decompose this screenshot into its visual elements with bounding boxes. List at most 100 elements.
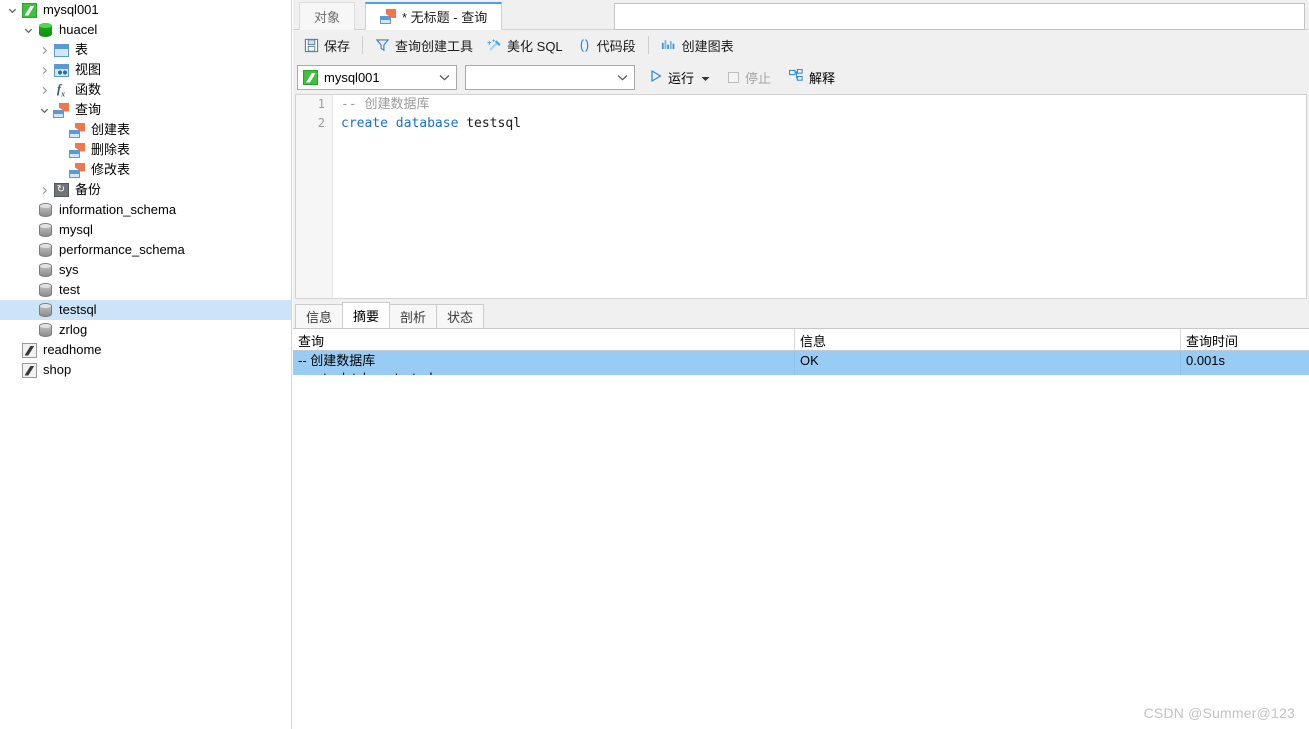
tree-item-sys[interactable]: sys bbox=[0, 260, 291, 280]
tree-item-test[interactable]: test bbox=[0, 280, 291, 300]
tree-item-label: mysql bbox=[59, 222, 93, 237]
tree-item-zrlog[interactable]: zrlog bbox=[0, 320, 291, 340]
cell-query: -- 创建数据库 create database testsql bbox=[293, 351, 795, 375]
watermark: CSDN @Summer@123 bbox=[1143, 705, 1295, 721]
chevron-right-icon[interactable] bbox=[36, 40, 52, 60]
column-header-info[interactable]: 信息 bbox=[795, 329, 1181, 350]
save-button[interactable]: 保存 bbox=[297, 33, 357, 57]
query-toolbar[interactable]: 保存 查询创建工具 美化 SQL 代码段 创建图表 bbox=[293, 30, 1309, 60]
column-header-query[interactable]: 查询 bbox=[293, 329, 795, 350]
chevron-right-icon[interactable] bbox=[36, 60, 52, 80]
run-button[interactable]: 运行 bbox=[643, 65, 716, 89]
tab-objects[interactable]: 对象 bbox=[299, 2, 356, 30]
results-table[interactable]: 查询 信息 查询时间 -- 创建数据库 create database test… bbox=[293, 329, 1309, 729]
results-tab-摘要[interactable]: 摘要 bbox=[342, 302, 391, 328]
tree-item-label: 删除表 bbox=[91, 142, 131, 157]
database-gray-icon bbox=[36, 201, 54, 219]
tree-item-mysql[interactable]: mysql bbox=[0, 220, 291, 240]
chevron-down-icon[interactable] bbox=[4, 0, 20, 20]
tree-item-huacel[interactable]: huacel bbox=[0, 20, 291, 40]
tree-item-删除表[interactable]: 删除表 bbox=[0, 140, 291, 160]
tree-item-mysql001[interactable]: mysql001 bbox=[0, 0, 291, 20]
query-builder-label: 查询创建工具 bbox=[395, 38, 474, 54]
run-label: 运行 bbox=[668, 70, 695, 86]
tree-item-修改表[interactable]: 修改表 bbox=[0, 160, 291, 180]
table-icon bbox=[52, 41, 70, 59]
play-icon bbox=[649, 69, 663, 86]
object-tree[interactable]: mysql001 huacel 表视图 fx 函数查询创建表删除表修改表 ↻ 备份 infor… bbox=[0, 0, 291, 380]
database-select[interactable] bbox=[465, 64, 635, 90]
tree-item-label: readhome bbox=[43, 342, 102, 357]
tree-item-testsql[interactable]: testsql bbox=[0, 300, 291, 320]
tree-item-label: sys bbox=[59, 262, 79, 277]
code-line[interactable]: create database testsql bbox=[341, 114, 1306, 133]
main-panel: 对象 * 无标题 - 查询 保存 查询创建工具 美化 SQL 代码段 创建图表 … bbox=[293, 0, 1309, 729]
tree-item-表[interactable]: 表 bbox=[0, 40, 291, 60]
tree-item-备份[interactable]: ↻ 备份 bbox=[0, 180, 291, 200]
tree-item-information_schema[interactable]: information_schema bbox=[0, 200, 291, 220]
tree-item-查询[interactable]: 查询 bbox=[0, 100, 291, 120]
beautify-sql-button[interactable]: 美化 SQL bbox=[480, 33, 570, 57]
create-chart-button[interactable]: 创建图表 bbox=[654, 33, 741, 57]
tree-item-视图[interactable]: 视图 bbox=[0, 60, 291, 80]
view-icon bbox=[52, 61, 70, 79]
chevron-right-icon[interactable] bbox=[36, 180, 52, 200]
chevron-down-icon[interactable] bbox=[20, 20, 36, 40]
beautify-sql-label: 美化 SQL bbox=[507, 38, 563, 54]
connection-select[interactable]: mysql001 bbox=[297, 64, 457, 90]
chevron-down-icon[interactable] bbox=[36, 100, 52, 120]
results-table-body[interactable]: -- 创建数据库 create database testsqlOK 0.001s bbox=[293, 351, 1309, 375]
results-tab-剖析[interactable]: 剖析 bbox=[389, 304, 438, 328]
sql-identifier: testsql bbox=[458, 116, 522, 131]
document-tab-strip[interactable]: 对象 * 无标题 - 查询 bbox=[293, 0, 1309, 30]
tab-strip-filter-box[interactable] bbox=[614, 3, 1305, 30]
database-gray-icon bbox=[36, 221, 54, 239]
braces-icon bbox=[577, 38, 592, 53]
object-tree-sidebar[interactable]: mysql001 huacel 表视图 fx 函数查询创建表删除表修改表 ↻ 备份 infor… bbox=[0, 0, 292, 729]
tree-item-shop[interactable]: shop bbox=[0, 360, 291, 380]
connection-green-icon bbox=[303, 69, 318, 85]
query-icon bbox=[68, 141, 86, 159]
results-row[interactable]: -- 创建数据库 create database testsqlOK 0.001s bbox=[293, 351, 1309, 375]
database-gray-icon bbox=[36, 301, 54, 319]
save-icon bbox=[304, 38, 319, 53]
database-green-icon bbox=[36, 21, 54, 39]
tree-item-label: 创建表 bbox=[91, 122, 131, 137]
tree-item-函数[interactable]: fx 函数 bbox=[0, 80, 291, 100]
tree-item-label: 函数 bbox=[75, 82, 102, 97]
run-dropdown-arrow-icon[interactable] bbox=[701, 70, 710, 85]
explain-plan-icon bbox=[789, 68, 804, 86]
cell-info: OK bbox=[795, 351, 1181, 375]
query-icon bbox=[380, 9, 396, 24]
query-builder-button[interactable]: 查询创建工具 bbox=[368, 33, 480, 57]
column-header-time[interactable]: 查询时间 bbox=[1181, 329, 1309, 350]
results-tab-信息[interactable]: 信息 bbox=[295, 304, 344, 328]
editor-code-area[interactable]: -- 创建数据库 create database testsql bbox=[341, 95, 1306, 298]
code-line[interactable]: -- 创建数据库 bbox=[341, 95, 1306, 114]
toolbar-separator-2 bbox=[647, 36, 649, 54]
query-execution-bar[interactable]: mysql001 运行 停止 解释 bbox=[293, 60, 1309, 94]
tree-item-performance_schema[interactable]: performance_schema bbox=[0, 240, 291, 260]
tree-item-readhome[interactable]: readhome bbox=[0, 340, 291, 360]
tab-query-untitled[interactable]: * 无标题 - 查询 bbox=[365, 2, 503, 30]
tree-item-label: 视图 bbox=[75, 62, 102, 77]
line-number: 1 bbox=[317, 97, 325, 111]
query-icon bbox=[52, 101, 70, 119]
tree-item-创建表[interactable]: 创建表 bbox=[0, 120, 291, 140]
snippet-button[interactable]: 代码段 bbox=[570, 33, 643, 57]
tree-item-label: 查询 bbox=[75, 102, 102, 117]
explain-button[interactable]: 解释 bbox=[783, 65, 841, 89]
chevron-right-icon[interactable] bbox=[36, 80, 52, 100]
results-tab-状态[interactable]: 状态 bbox=[436, 304, 485, 328]
results-tab-bar[interactable]: 信息 摘要 剖析 状态 bbox=[293, 302, 1309, 329]
sql-editor[interactable]: 12 -- 创建数据库 create database testsql bbox=[295, 94, 1307, 299]
toolbar-separator-1 bbox=[362, 36, 364, 54]
save-label: 保存 bbox=[324, 38, 351, 54]
